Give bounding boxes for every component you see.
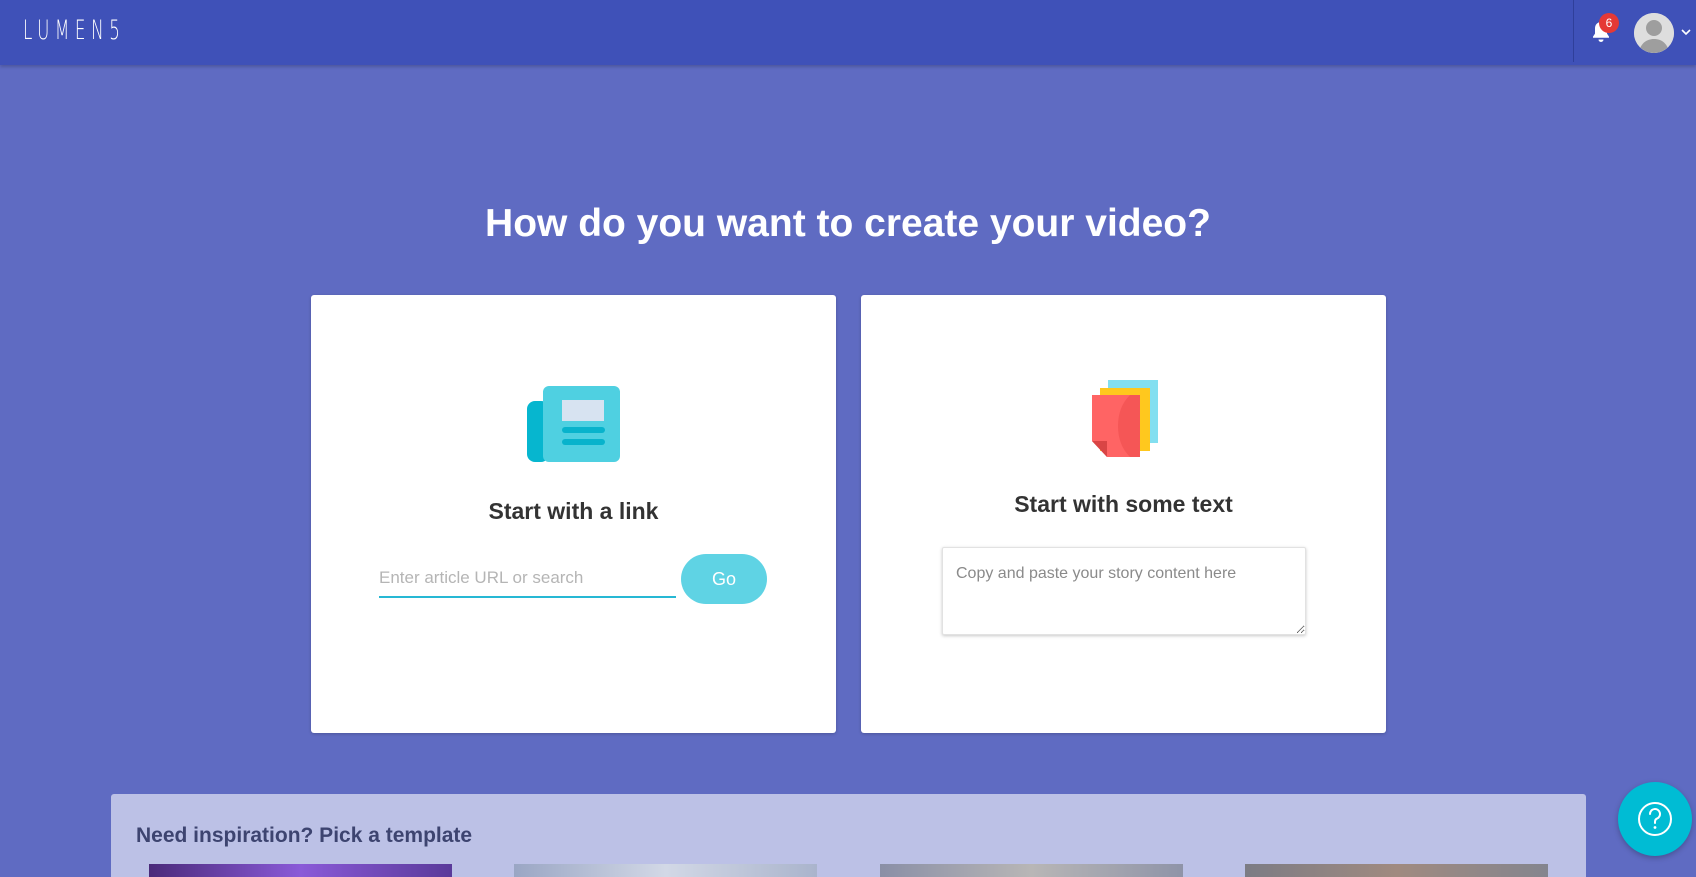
template-thumbnail[interactable] — [149, 864, 452, 877]
template-thumbnail[interactable] — [880, 864, 1183, 877]
notification-count-badge[interactable]: 6 — [1599, 13, 1619, 33]
go-button[interactable]: Go — [681, 554, 767, 604]
template-inspiration-panel: Need inspiration? Pick a template — [111, 794, 1586, 877]
story-content-textarea[interactable] — [942, 547, 1306, 635]
lumen5-logo[interactable]: LUMEN5 — [23, 17, 125, 45]
help-button[interactable] — [1618, 782, 1692, 856]
start-with-text-title: Start with some text — [1014, 491, 1233, 517]
inspiration-title: Need inspiration? Pick a template — [136, 824, 473, 847]
template-thumbnail[interactable] — [1245, 864, 1548, 877]
user-avatar-icon[interactable] — [1634, 13, 1674, 53]
chevron-down-icon[interactable] — [1679, 25, 1693, 39]
top-navigation-bar: LUMEN5 6 — [0, 0, 1696, 65]
start-with-link-title: Start with a link — [488, 498, 659, 524]
topbar-divider — [1573, 0, 1574, 62]
newspaper-icon — [527, 385, 621, 463]
start-with-text-card: Start with some text — [861, 295, 1386, 733]
template-thumbnail[interactable] — [514, 864, 817, 877]
start-with-link-card: Start with a link Go — [311, 295, 836, 733]
stacked-pages-icon — [1090, 380, 1160, 458]
help-question-icon — [1638, 802, 1672, 836]
article-url-search-input[interactable] — [379, 553, 676, 598]
page-title: How do you want to create your video? — [485, 202, 1211, 245]
